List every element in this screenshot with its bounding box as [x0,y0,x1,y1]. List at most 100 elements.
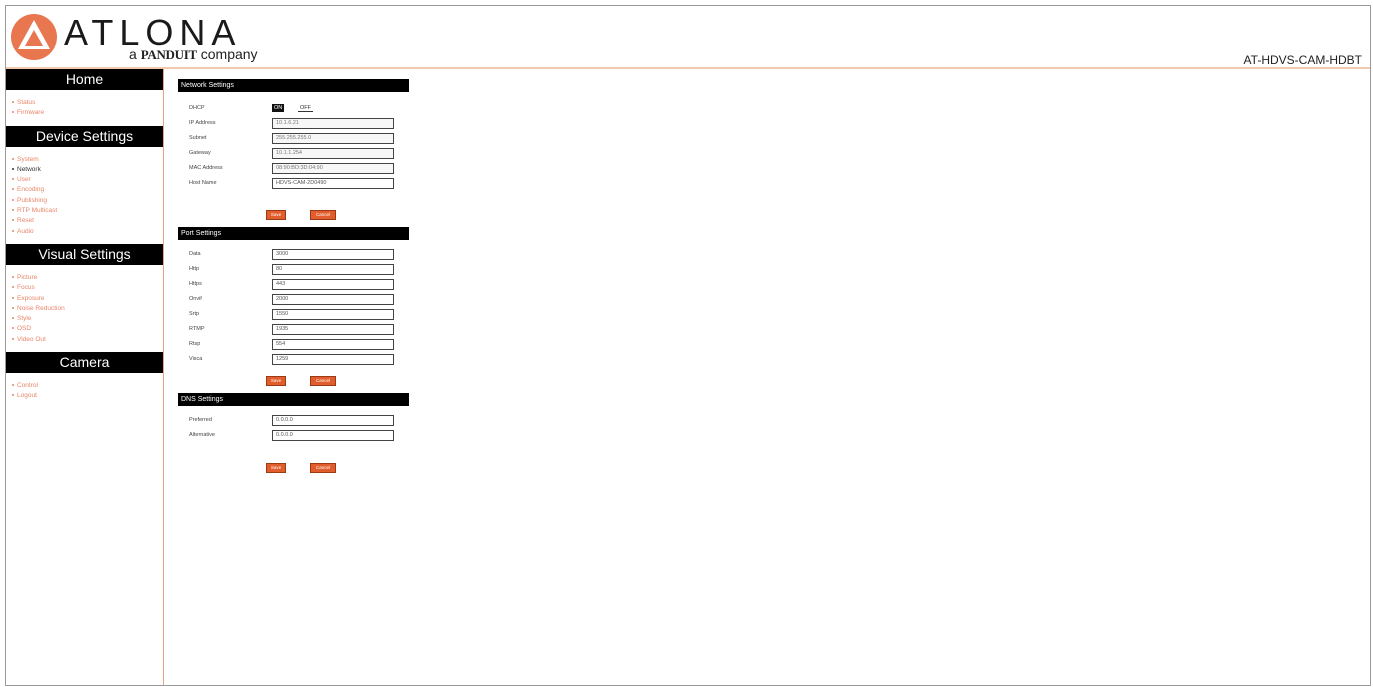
sidebar-item-label: Exposure [17,294,45,302]
sidebar-item-publishing[interactable]: Publishing [12,196,163,206]
sidebar-item-reset[interactable]: Reset [12,216,163,226]
bullet-icon [12,394,14,397]
port-fields: Data 3000 Http 80 Https 443 Onvif 2000 S… [178,240,410,369]
network-save-button[interactable]: Save [266,210,286,220]
sidebar-item-system[interactable]: System [12,155,163,165]
field-row-subnet: Subnet 255.255.255.0 [178,133,409,145]
bullet-icon [12,188,14,191]
rtsp-port-input[interactable]: 554 [272,339,394,350]
ip-address-input[interactable]: 10.1.6.21 [272,118,394,129]
bullet-icon [12,111,14,114]
bullet-icon [12,306,14,309]
sidebar-item-focus[interactable]: Focus [12,283,163,293]
header-divider [6,67,1370,69]
sidebar-item-label: RTP Multicast [17,207,58,215]
sidebar-item-network[interactable]: Network [12,165,163,175]
dns-save-button[interactable]: Save [266,463,286,473]
model-name: AT-HDVS-CAM-HDBT [1243,53,1362,67]
field-label: IP Address [189,120,216,126]
sidebar-item-style[interactable]: Style [12,314,163,324]
dhcp-off-option[interactable]: OFF [298,104,313,112]
field-label: Visca [189,356,203,362]
field-label: Data [189,251,201,257]
section-title-dns: DNS Settings [178,393,409,406]
dhcp-label: DHCP [189,105,205,111]
bullet-icon [12,219,14,222]
dns-cancel-button[interactable]: Cancel [310,463,336,473]
logo-tagline: a PANDUIT company [129,46,258,63]
sidebar-item-rtp-multicast[interactable]: RTP Multicast [12,206,163,216]
field-label: Alternative [189,432,215,438]
field-row-onvif-port: Onvif 2000 [178,294,409,306]
sidebar-item-label: OSD [17,325,32,333]
host-name-input[interactable]: HDVS-CAM-2D0490 [272,178,394,189]
sidebar-item-label: Logout [17,392,37,400]
sidebar-heading-device-settings: Device Settings [6,125,163,147]
sidebar-item-audio[interactable]: Audio [12,227,163,237]
sidebar-item-label: Noise Reduction [17,304,65,312]
sidebar-item-video-out[interactable]: Video Out [12,335,163,345]
sidebar-item-label: Audio [17,227,34,235]
bullet-icon [12,178,14,181]
sidebar-item-logout[interactable]: Logout [12,391,163,401]
https-port-input[interactable]: 443 [272,279,394,290]
sidebar-item-status[interactable]: Status [12,98,163,108]
field-row-visca-port: Visca 1259 [178,354,409,366]
dns-actions: Save Cancel [178,456,410,480]
sidebar-item-label: Control [17,382,38,390]
preferred-dns-input[interactable]: 0.0.0.0 [272,415,394,426]
sidebar-item-osd[interactable]: OSD [12,324,163,334]
sidebar-list-device-settings: System Network User Encoding Publishing … [6,147,163,244]
section-title-port: Port Settings [178,227,409,240]
bullet-icon [12,327,14,330]
bullet-icon [12,167,14,170]
sidebar-item-label: Picture [17,273,38,281]
sidebar-item-firmware[interactable]: Firmware [12,108,163,118]
bullet-icon [12,229,14,232]
settings-panel: Network Settings DHCP ON OFF IP Address … [178,79,410,480]
sidebar-item-picture[interactable]: Picture [12,273,163,283]
network-actions: Save Cancel [178,203,410,227]
bullet-icon [12,317,14,320]
bullet-icon [12,157,14,160]
port-save-button[interactable]: Save [266,376,286,386]
field-row-rtmp-port: RTMP 1935 [178,324,409,336]
sidebar-nav: Home Status Firmware Device Settings Sys… [6,69,164,685]
dhcp-on-option[interactable]: ON [272,104,285,112]
sidebar-item-label: Firmware [17,109,45,117]
sidebar-item-user[interactable]: User [12,175,163,185]
rtmp-port-input[interactable]: 1935 [272,324,394,335]
port-cancel-button[interactable]: Cancel [310,376,336,386]
network-cancel-button[interactable]: Cancel [310,210,336,220]
sidebar-item-label: User [17,176,31,184]
http-port-input[interactable]: 80 [272,264,394,275]
sidebar-item-label: System [17,155,39,163]
logo-tagline-prefix: a [129,46,137,62]
sidebar-item-label: Reset [17,217,34,225]
subnet-input[interactable]: 255.255.255.0 [272,133,394,144]
field-label: Srtp [189,311,200,317]
logo-tagline-brand: PANDUIT [140,47,197,62]
sidebar-item-control[interactable]: Control [12,381,163,391]
sidebar-list-visual-settings: Picture Focus Exposure Noise Reduction S… [6,265,163,352]
field-label: Rtsp [189,341,201,347]
dhcp-row: DHCP ON OFF [178,103,409,115]
field-row-mac-address: MAC Address 08:90:BD:3D:04:90 [178,163,409,175]
atlona-logo-icon [11,14,57,60]
section-title-network: Network Settings [178,79,409,92]
field-row-host-name: Host Name HDVS-CAM-2D0490 [178,178,409,190]
sidebar-item-encoding[interactable]: Encoding [12,185,163,195]
field-row-alternative-dns: Alternative 0.0.0.0 [178,430,409,442]
gateway-input[interactable]: 10.1.1.254 [272,148,394,159]
srtp-port-input[interactable]: 1550 [272,309,394,320]
sidebar-item-noise-reduction[interactable]: Noise Reduction [12,304,163,314]
visca-port-input[interactable]: 1259 [272,354,394,365]
sidebar-item-label: Publishing [17,196,47,204]
sidebar-item-exposure[interactable]: Exposure [12,294,163,304]
sidebar-item-label: Network [17,165,41,173]
mac-address-input[interactable]: 08:90:BD:3D:04:90 [272,163,394,174]
data-port-input[interactable]: 3000 [272,249,394,260]
alternative-dns-input[interactable]: 0.0.0.0 [272,430,394,441]
field-label: MAC Address [189,165,223,171]
onvif-port-input[interactable]: 2000 [272,294,394,305]
